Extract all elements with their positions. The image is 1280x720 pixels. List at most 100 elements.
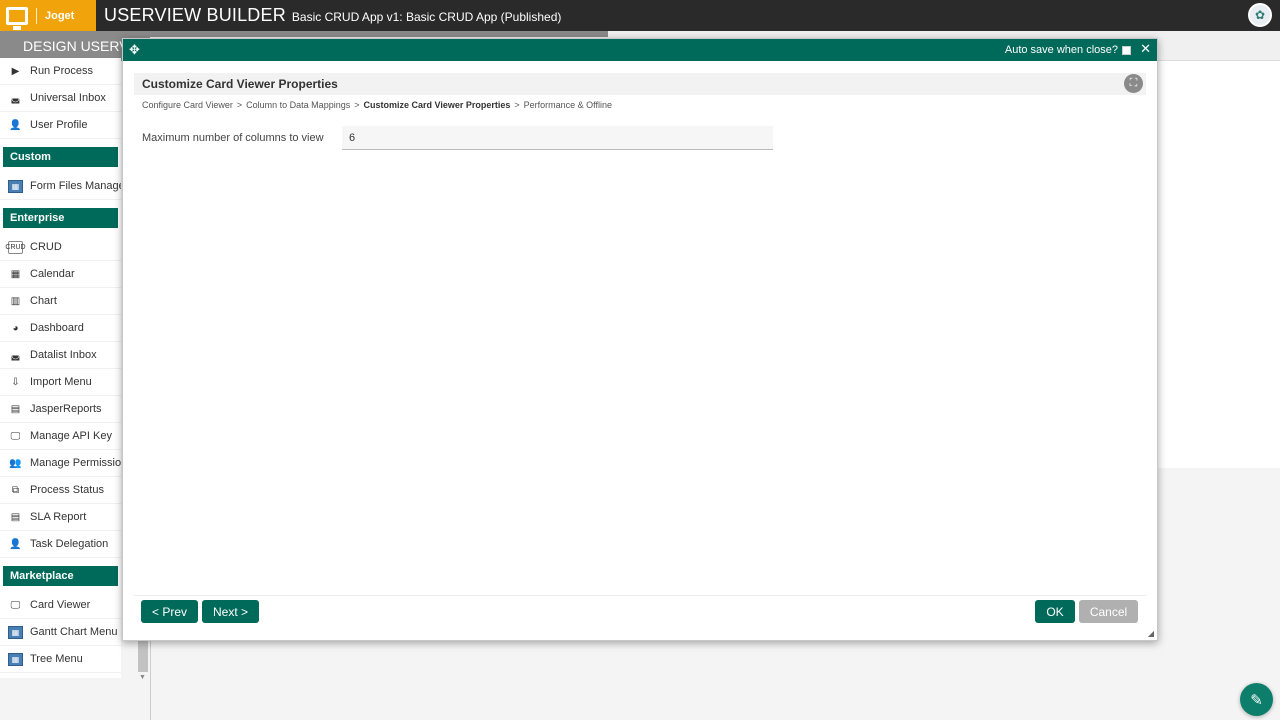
footer-divider <box>134 595 1146 596</box>
builder-title: USERVIEW BUILDER <box>104 5 286 25</box>
autosave-label: Auto save when close? <box>1004 44 1118 56</box>
prev-button[interactable]: < Prev <box>141 600 198 623</box>
top-bar: Joget USERVIEW BUILDER Basic CRUD App v1… <box>0 0 1280 31</box>
properties-dialog: ✥ Auto save when close? ✕ Customize Card… <box>122 38 1158 641</box>
gantt-icon: ▦ <box>8 625 23 639</box>
app-title: Basic CRUD App v1: Basic CRUD App (Publi… <box>291 10 562 24</box>
scroll-down-icon[interactable]: ▼ <box>139 674 146 681</box>
palette-item-label: Calendar <box>30 268 75 280</box>
menu-palette: ▶ Run Process ◛ Universal Inbox 👤 User P… <box>0 58 121 678</box>
page-title: Customize Card Viewer Properties <box>142 77 338 91</box>
palette-item-label: Run Process <box>30 65 93 77</box>
section-custom: Custom <box>3 147 118 167</box>
palette-item-label: Manage API Key <box>30 430 112 442</box>
monitor-icon: 🖵 <box>10 599 21 611</box>
max-columns-label: Maximum number of columns to view <box>142 132 324 144</box>
palette-item-label: Form Files Manager <box>30 180 121 192</box>
divider <box>150 640 151 720</box>
monitor-icon: 🖵 <box>10 430 21 442</box>
section-marketplace: Marketplace <box>3 566 118 586</box>
user-edit-icon: 👤 <box>9 119 22 131</box>
breadcrumb-item-configure-card-viewer[interactable]: Configure Card Viewer <box>142 100 233 110</box>
breadcrumb-separator: > <box>354 100 360 110</box>
crud-icon: CRUD <box>5 240 26 254</box>
form-icon: ▦ <box>8 179 23 193</box>
palette-item-label: User Profile <box>30 119 88 131</box>
palette-item-label: Dashboard <box>30 322 84 334</box>
dialog-titlebar[interactable]: ✥ Auto save when close? ✕ <box>123 39 1157 61</box>
tree-icon: ▦ <box>8 652 23 666</box>
palette-item-label: Tree Menu <box>30 653 83 665</box>
next-button[interactable]: Next > <box>202 600 259 623</box>
palette-item-label: CRUD <box>30 241 62 253</box>
logo-text: Joget <box>45 9 75 22</box>
palette-item-form-files-manager[interactable]: ▦ Form Files Manager <box>0 173 121 200</box>
palette-item-label: JasperReports <box>30 403 102 415</box>
chart-icon: ▥ <box>10 295 21 307</box>
palette-item-label: Task Delegation <box>30 538 109 550</box>
process-icon: ⧉ <box>11 484 20 496</box>
palette-item-datalist-inbox[interactable]: ◛ Datalist Inbox <box>0 342 121 369</box>
palette-item-label: SLA Report <box>30 511 87 523</box>
palette-item-universal-inbox[interactable]: ◛ Universal Inbox <box>0 85 121 112</box>
palette-item-label: Process Status <box>30 484 104 496</box>
calendar-icon: ▦ <box>10 268 21 280</box>
tab-strip <box>150 31 608 37</box>
play-icon: ▶ <box>11 65 20 77</box>
cancel-button[interactable]: Cancel <box>1079 600 1138 623</box>
report-icon: ▤ <box>10 403 21 415</box>
breadcrumb-separator: > <box>514 100 520 110</box>
palette-item-process-status[interactable]: ⧉ Process Status <box>0 477 121 504</box>
breadcrumb: Configure Card Viewer > Column to Data M… <box>142 100 612 110</box>
palette-item-sla-report[interactable]: ▤ SLA Report <box>0 504 121 531</box>
palette-item-label: Import Menu <box>30 376 92 388</box>
palette-item-chart[interactable]: ▥ Chart <box>0 288 121 315</box>
monitor-icon <box>6 6 28 30</box>
palette-item-import-menu[interactable]: ⇩ Import Menu <box>0 369 121 396</box>
autosave-toggle[interactable]: Auto save when close? <box>1005 44 1131 56</box>
palette-item-run-process[interactable]: ▶ Run Process <box>0 58 121 85</box>
palette-item-jasperreports[interactable]: ▤ JasperReports <box>0 396 121 423</box>
properties-header: Customize Card Viewer Properties ⛶ <box>134 73 1146 95</box>
palette-item-label: Universal Inbox <box>30 92 106 104</box>
palette-item-dashboard[interactable]: ◕ Dashboard <box>0 315 121 342</box>
palette-item-card-viewer[interactable]: 🖵 Card Viewer <box>0 592 121 619</box>
palette-item-label: Manage Permission <box>30 457 121 469</box>
inbox-icon: ◛ <box>10 92 21 104</box>
breadcrumb-separator: > <box>236 100 243 110</box>
joget-logo[interactable]: Joget <box>0 0 96 31</box>
palette-item-user-profile[interactable]: 👤 User Profile <box>0 112 121 139</box>
palette-item-manage-permission[interactable]: 👥 Manage Permission <box>0 450 121 477</box>
palette-item-tree-menu[interactable]: ▦ Tree Menu <box>0 646 121 673</box>
users-icon: 👥 <box>9 457 22 469</box>
palette-item-label: Gantt Chart Menu <box>30 626 118 638</box>
palette-item-gantt-chart-menu[interactable]: ▦ Gantt Chart Menu <box>0 619 121 646</box>
edit-fab-button[interactable]: ✎ <box>1240 683 1273 716</box>
palette-item-label: Card Viewer <box>30 599 91 611</box>
avatar[interactable]: ✿ <box>1248 3 1272 27</box>
breadcrumb-item-performance-offline[interactable]: Performance & Offline <box>524 100 612 110</box>
palette-item-label: Chart <box>30 295 57 307</box>
max-columns-input[interactable] <box>342 126 773 150</box>
autosave-checkbox[interactable] <box>1122 45 1131 55</box>
breadcrumb-item-current: Customize Card Viewer Properties <box>363 100 511 110</box>
close-icon[interactable]: ✕ <box>1140 41 1151 57</box>
breadcrumb-item-column-mappings[interactable]: Column to Data Mappings <box>246 100 350 110</box>
ok-button[interactable]: OK <box>1035 600 1075 623</box>
palette-item-task-delegation[interactable]: 👤 Task Delegation <box>0 531 121 558</box>
palette-item-calendar[interactable]: ▦ Calendar <box>0 261 121 288</box>
user-delegate-icon: 👤 <box>9 538 22 550</box>
move-icon[interactable]: ✥ <box>129 42 140 58</box>
dashboard-icon: ◕ <box>12 322 19 334</box>
pencil-icon: ✎ <box>1250 691 1263 709</box>
palette-item-crud[interactable]: CRUD CRUD <box>0 234 121 261</box>
palette-item-label: Datalist Inbox <box>30 349 97 361</box>
inbox-icon: ◛ <box>10 349 21 361</box>
palette-item-manage-api-key[interactable]: 🖵 Manage API Key <box>0 423 121 450</box>
fullscreen-icon[interactable]: ⛶ <box>1124 74 1143 93</box>
resize-handle-icon[interactable]: ◢ <box>1148 629 1154 638</box>
logo-separator <box>36 7 37 24</box>
section-enterprise: Enterprise <box>3 208 118 228</box>
list-icon: ▤ <box>10 511 21 523</box>
import-icon: ⇩ <box>11 376 20 388</box>
